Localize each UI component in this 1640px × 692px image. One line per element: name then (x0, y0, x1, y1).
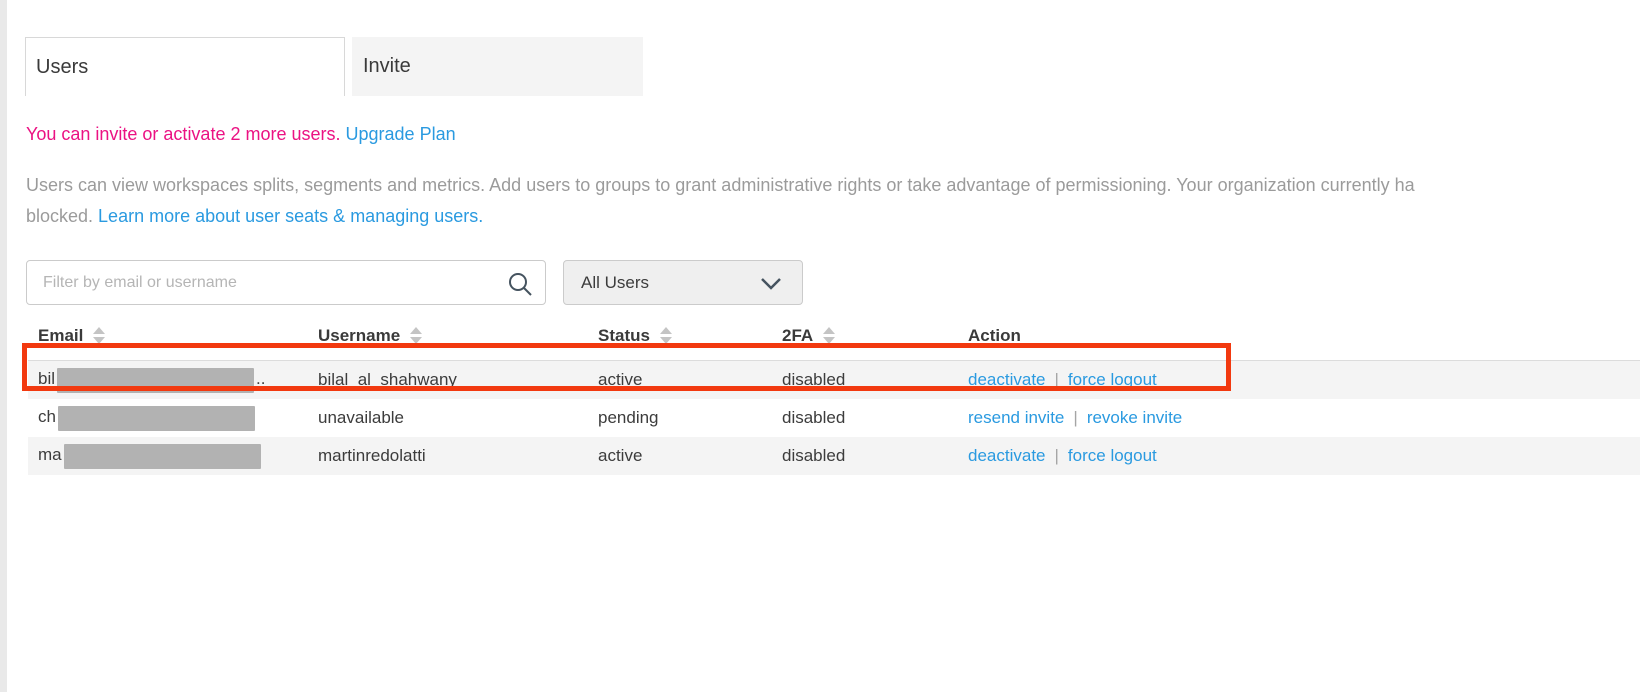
users-filter-dropdown[interactable]: All Users (563, 260, 803, 305)
deactivate-link[interactable]: deactivate (968, 370, 1046, 389)
username-cell: unavailable (318, 399, 598, 437)
table-row: bil.. bilal_al_shahwany active disabled … (28, 361, 1640, 399)
sort-icon[interactable] (410, 327, 422, 344)
upgrade-plan-link[interactable]: Upgrade Plan (346, 124, 456, 144)
redacted-email (58, 406, 255, 431)
action-cell: deactivate|force logout (968, 361, 1640, 399)
twofa-cell: disabled (782, 437, 968, 475)
status-cell: active (598, 437, 782, 475)
username-cell: martinredolatti (318, 437, 598, 475)
twofa-cell: disabled (782, 361, 968, 399)
filter-box (26, 260, 546, 305)
status-cell: active (598, 361, 782, 399)
user-admin-page: Users Invite You can invite or activate … (0, 0, 1640, 692)
users-table-container: Email Username Status 2FA Action (28, 306, 1640, 475)
tab-invite-label: Invite (363, 55, 411, 78)
table-row: ch unavailable pending disabled resend i… (28, 399, 1640, 437)
seat-limit-message: You can invite or activate 2 more users. (26, 124, 341, 144)
action-cell: resend invite|revoke invite (968, 399, 1640, 437)
column-header-status[interactable]: Status (598, 306, 782, 361)
tab-bar: Users Invite (25, 37, 643, 96)
resend-invite-link[interactable]: resend invite (968, 408, 1064, 427)
table-header-row: Email Username Status 2FA Action (28, 306, 1640, 361)
tab-users[interactable]: Users (25, 37, 345, 96)
chevron-down-icon (760, 276, 782, 296)
status-cell: pending (598, 399, 782, 437)
redacted-email (64, 444, 261, 469)
description-line1: Users can view workspaces splits, segmen… (26, 170, 1640, 201)
table-controls: All Users (26, 260, 803, 305)
force-logout-link[interactable]: force logout (1068, 446, 1157, 465)
action-cell: deactivate|force logout (968, 437, 1640, 475)
email-cell: ch (28, 399, 318, 437)
description-line2: blocked. Learn more about user seats & m… (26, 201, 1640, 232)
description-paragraph: Users can view workspaces splits, segmen… (26, 170, 1640, 232)
tab-invite[interactable]: Invite (352, 37, 643, 96)
users-table: Email Username Status 2FA Action (28, 306, 1640, 475)
action-separator: | (1046, 370, 1068, 389)
email-cell: bil.. (28, 361, 318, 399)
column-header-2fa[interactable]: 2FA (782, 306, 968, 361)
force-logout-link[interactable]: force logout (1068, 370, 1157, 389)
redacted-email (57, 368, 254, 393)
action-separator: | (1046, 446, 1068, 465)
column-header-username[interactable]: Username (318, 306, 598, 361)
email-text: ma (38, 445, 62, 464)
dropdown-selected-label: All Users (581, 273, 649, 293)
deactivate-link[interactable]: deactivate (968, 446, 1046, 465)
description-line2-text: blocked. (26, 206, 98, 226)
search-icon (507, 271, 533, 302)
column-header-action-label: Action (968, 326, 1021, 345)
column-header-username-label: Username (318, 326, 400, 345)
learn-more-link[interactable]: Learn more about user seats & managing u… (98, 206, 483, 226)
column-header-status-label: Status (598, 326, 650, 345)
username-cell: bilal_al_shahwany (318, 361, 598, 399)
column-header-2fa-label: 2FA (782, 326, 813, 345)
seat-limit-notice: You can invite or activate 2 more users.… (26, 124, 456, 145)
filter-input[interactable] (27, 261, 545, 304)
email-text: bil (38, 369, 55, 388)
email-text: ch (38, 407, 56, 426)
revoke-invite-link[interactable]: revoke invite (1087, 408, 1182, 427)
sort-icon[interactable] (660, 327, 672, 344)
column-header-email-label: Email (38, 326, 83, 345)
tab-users-label: Users (36, 56, 88, 79)
email-truncation: .. (256, 369, 265, 388)
column-header-action: Action (968, 306, 1640, 361)
email-cell: ma (28, 437, 318, 475)
action-separator: | (1064, 408, 1086, 427)
sort-icon[interactable] (93, 327, 105, 344)
twofa-cell: disabled (782, 399, 968, 437)
column-header-email[interactable]: Email (28, 306, 318, 361)
table-row: ma martinredolatti active disabled deact… (28, 437, 1640, 475)
sort-icon[interactable] (823, 327, 835, 344)
